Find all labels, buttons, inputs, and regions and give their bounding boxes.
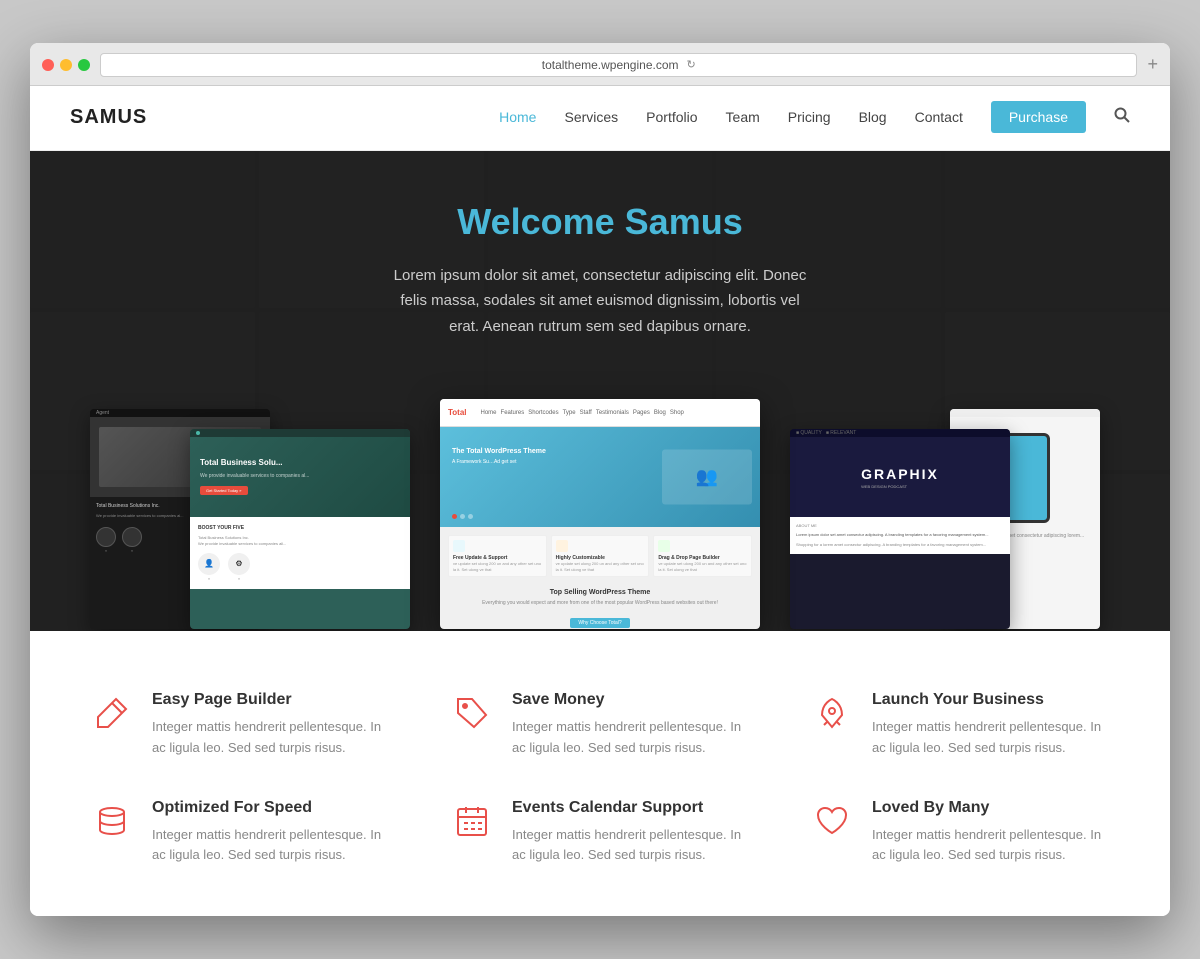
screenshot-left-1: Total Business Solu... We provide invalu… bbox=[190, 429, 410, 629]
feature-item-easy-page-builder: Easy Page Builder Integer mattis hendrer… bbox=[90, 691, 390, 759]
traffic-lights bbox=[42, 59, 90, 71]
feature-text-save-money: Save Money Integer mattis hendrerit pell… bbox=[512, 691, 750, 759]
feature-title-0: Easy Page Builder bbox=[152, 691, 390, 709]
reload-icon[interactable]: ↻ bbox=[687, 58, 696, 71]
navbar: SAMUS Home Services Portfolio Team Prici… bbox=[30, 86, 1170, 151]
site-logo: SAMUS bbox=[70, 106, 147, 129]
feature-item-launch-business: Launch Your Business Integer mattis hend… bbox=[810, 691, 1110, 759]
hero-title: Welcome Samus bbox=[390, 201, 810, 243]
feature-item-optimized-speed: Optimized For Speed Integer mattis hendr… bbox=[90, 799, 390, 867]
close-button[interactable] bbox=[42, 59, 54, 71]
feature-desc-1: Integer mattis hendrerit pellentesque. I… bbox=[512, 717, 750, 759]
purchase-button[interactable]: Purchase bbox=[991, 101, 1086, 133]
nav-item-team[interactable]: Team bbox=[726, 109, 760, 125]
feature-title-2: Launch Your Business bbox=[872, 691, 1110, 709]
hero-content: Welcome Samus Lorem ipsum dolor sit amet… bbox=[370, 151, 830, 340]
feature-desc-4: Integer mattis hendrerit pellentesque. I… bbox=[512, 825, 750, 867]
feature-desc-2: Integer mattis hendrerit pellentesque. I… bbox=[872, 717, 1110, 759]
calendar-icon bbox=[450, 799, 494, 843]
maximize-button[interactable] bbox=[78, 59, 90, 71]
ss-left1-title: Total Business Solu... bbox=[200, 458, 309, 468]
ss-left1-btn: Get Started Today » bbox=[200, 486, 248, 495]
nav-item-services[interactable]: Services bbox=[564, 109, 618, 125]
screenshot-main: Total Home Features Shortcodes Type Staf… bbox=[440, 399, 760, 629]
feature-item-save-money: Save Money Integer mattis hendrerit pell… bbox=[450, 691, 750, 759]
ss-left1-subtitle: We provide invaluable services to compan… bbox=[200, 473, 309, 479]
hero-section: Welcome Samus Lorem ipsum dolor sit amet… bbox=[30, 151, 1170, 631]
tag-icon bbox=[450, 691, 494, 735]
screenshot-right-1: ■ QUALITY ■ RELEVANT GRAPHIX WEB DESIGN … bbox=[790, 429, 1010, 629]
feature-item-loved-by-many: Loved By Many Integer mattis hendrerit p… bbox=[810, 799, 1110, 867]
feature-title-1: Save Money bbox=[512, 691, 750, 709]
url-text: totaltheme.wpengine.com bbox=[542, 58, 679, 72]
nav-item-portfolio[interactable]: Portfolio bbox=[646, 109, 697, 125]
features-section: Easy Page Builder Integer mattis hendrer… bbox=[30, 631, 1170, 916]
feature-item-events-calendar: Events Calendar Support Integer mattis h… bbox=[450, 799, 750, 867]
hero-description: Lorem ipsum dolor sit amet, consectetur … bbox=[390, 263, 810, 340]
feature-title-3: Optimized For Speed bbox=[152, 799, 390, 817]
features-grid: Easy Page Builder Integer mattis hendrer… bbox=[90, 691, 1110, 866]
address-bar[interactable]: totaltheme.wpengine.com ↻ bbox=[100, 53, 1137, 77]
rocket-icon bbox=[810, 691, 854, 735]
feature-desc-0: Integer mattis hendrerit pellentesque. I… bbox=[152, 717, 390, 759]
feature-title-5: Loved By Many bbox=[872, 799, 1110, 817]
new-tab-button[interactable]: + bbox=[1147, 54, 1158, 75]
nav-item-blog[interactable]: Blog bbox=[859, 109, 887, 125]
nav-item-home[interactable]: Home bbox=[499, 109, 536, 125]
nav-links: Home Services Portfolio Team Pricing Blo… bbox=[499, 107, 1130, 128]
database-icon bbox=[90, 799, 134, 843]
feature-desc-5: Integer mattis hendrerit pellentesque. I… bbox=[872, 825, 1110, 867]
feature-text-optimized-speed: Optimized For Speed Integer mattis hendr… bbox=[152, 799, 390, 867]
nav-item-pricing[interactable]: Pricing bbox=[788, 109, 831, 125]
pencil-icon bbox=[90, 691, 134, 735]
search-icon[interactable] bbox=[1114, 110, 1130, 127]
feature-text-events-calendar: Events Calendar Support Integer mattis h… bbox=[512, 799, 750, 867]
hero-screenshots: Agent Total Business Solutions Inc. We p… bbox=[30, 369, 1170, 629]
feature-text-loved-by-many: Loved By Many Integer mattis hendrerit p… bbox=[872, 799, 1110, 867]
browser-chrome: totaltheme.wpengine.com ↻ + bbox=[30, 43, 1170, 86]
nav-item-contact[interactable]: Contact bbox=[915, 109, 963, 125]
feature-text-launch-business: Launch Your Business Integer mattis hend… bbox=[872, 691, 1110, 759]
feature-title-4: Events Calendar Support bbox=[512, 799, 750, 817]
heart-icon bbox=[810, 799, 854, 843]
feature-text-easy-page-builder: Easy Page Builder Integer mattis hendrer… bbox=[152, 691, 390, 759]
minimize-button[interactable] bbox=[60, 59, 72, 71]
browser-window: totaltheme.wpengine.com ↻ + SAMUS Home S… bbox=[30, 43, 1170, 916]
feature-desc-3: Integer mattis hendrerit pellentesque. I… bbox=[152, 825, 390, 867]
